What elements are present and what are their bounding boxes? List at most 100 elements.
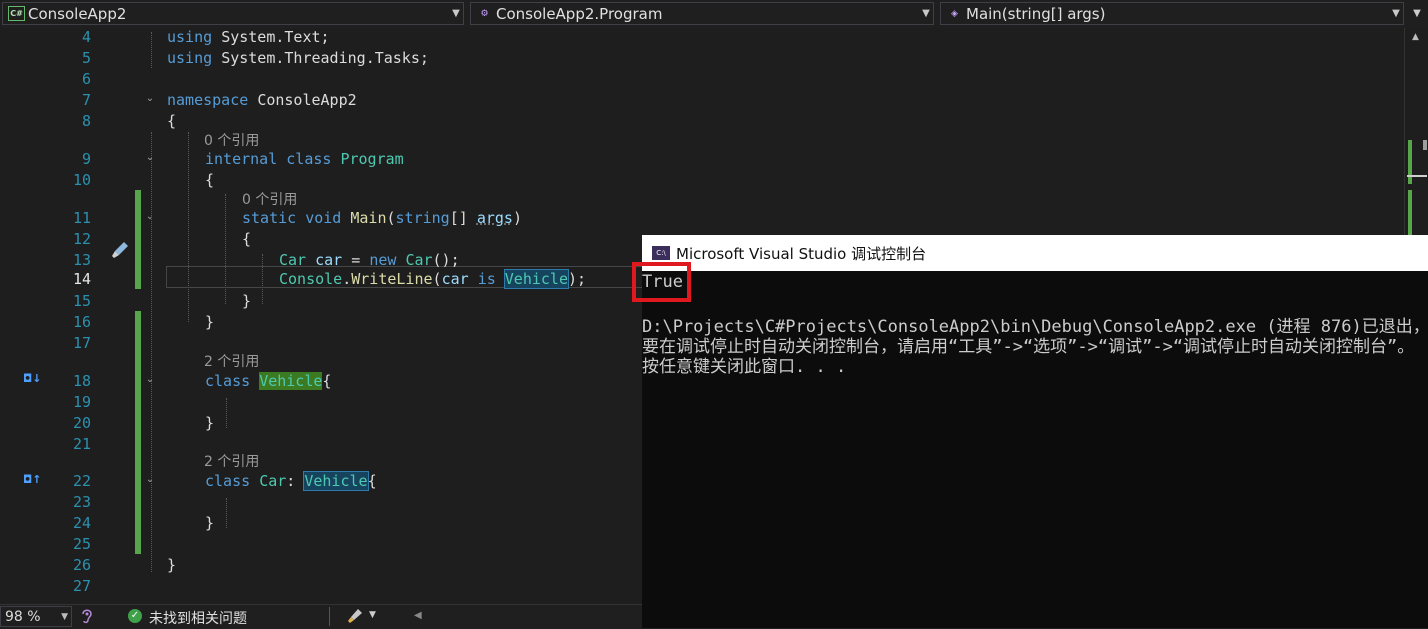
- fold-toggle-icon[interactable]: ⌄: [144, 93, 156, 104]
- debug-console-window[interactable]: C:\ Microsoft Visual Studio 调试控制台 True D…: [642, 235, 1428, 628]
- punct: {: [242, 230, 252, 248]
- keyword: new: [369, 251, 397, 269]
- class-name: Program: [340, 150, 404, 168]
- scrollbar-thumb[interactable]: [1423, 140, 1427, 150]
- change-marker: [135, 190, 141, 289]
- line-number: 27: [72, 577, 91, 595]
- quick-actions-icon[interactable]: [110, 240, 130, 260]
- punct: .: [365, 49, 375, 67]
- fold-toggle-icon[interactable]: ⌄: [144, 211, 156, 222]
- line-number: 12: [72, 230, 91, 248]
- punct: }: [205, 414, 215, 432]
- code-line-14[interactable]: Console.WriteLine(car is Vehicle);: [279, 269, 586, 289]
- fold-toggle-icon[interactable]: ⌄: [144, 474, 156, 485]
- member-dropdown[interactable]: ◈ Main(string[] args) ▼: [940, 2, 1404, 25]
- variable: car: [441, 270, 469, 288]
- highlighted-type-reference: Vehicle: [303, 471, 369, 491]
- keyword: class: [205, 372, 251, 390]
- csharp-project-icon: C#: [8, 6, 25, 21]
- highlighted-type-reference: Vehicle: [503, 269, 570, 289]
- method-name: Main: [350, 209, 387, 227]
- code-line-24[interactable]: }: [205, 514, 214, 532]
- reference-count-link[interactable]: 2 个引用: [204, 351, 259, 371]
- line-number: 21: [72, 435, 91, 453]
- split-window-button[interactable]: ▼: [1408, 4, 1426, 24]
- check-circle-icon: ✓: [128, 609, 142, 623]
- reference-count-link[interactable]: 0 个引用: [242, 189, 297, 209]
- punct: =: [351, 251, 361, 269]
- code-line-4[interactable]: using System.Text;: [167, 28, 330, 46]
- keyword: void: [305, 209, 342, 227]
- implements-marker-icon[interactable]: ◘↑: [23, 473, 41, 486]
- code-line-12[interactable]: {: [242, 230, 251, 248]
- code-line-16[interactable]: }: [205, 313, 214, 331]
- console-title-bar[interactable]: C:\ Microsoft Visual Studio 调试控制台: [642, 235, 1428, 271]
- line-number: 18: [72, 372, 91, 390]
- type-label: ConsoleApp2.Program: [496, 4, 663, 23]
- code-line-20[interactable]: }: [205, 414, 214, 432]
- line-number: 22: [72, 472, 91, 490]
- keyword: string: [395, 209, 450, 227]
- override-marker-icon[interactable]: ◘↓: [23, 372, 41, 385]
- variable: car: [315, 251, 343, 269]
- scroll-left-icon[interactable]: ◀: [414, 610, 422, 621]
- line-number: 19: [72, 393, 91, 411]
- accessibility-ear-icon[interactable]: [80, 607, 94, 625]
- punct: }: [205, 313, 215, 331]
- line-number: 16: [72, 313, 91, 331]
- reference-count-link[interactable]: 2 个引用: [204, 451, 259, 471]
- class-name: Car: [259, 472, 287, 490]
- code-line-18[interactable]: class Vehicle{: [205, 372, 331, 390]
- type-dropdown[interactable]: ⚙ ConsoleApp2.Program ▼: [470, 2, 934, 25]
- chevron-down-icon[interactable]: ▼: [369, 610, 376, 620]
- code-line-26[interactable]: }: [167, 556, 176, 574]
- keyword: namespace: [167, 91, 249, 109]
- punct: {: [322, 372, 332, 390]
- console-line: 按任意键关闭此窗口. . .: [642, 357, 847, 377]
- reference-count-link[interactable]: 0 个引用: [204, 130, 259, 150]
- fold-toggle-icon[interactable]: ⌄: [144, 374, 156, 385]
- punct: }: [205, 514, 215, 532]
- type-name: Car: [405, 251, 433, 269]
- namespace-name: System: [221, 28, 276, 46]
- line-number: 24: [72, 514, 91, 532]
- navigation-bar: C# ConsoleApp2 ▼ ⚙ ConsoleApp2.Program ▼…: [0, 0, 1428, 29]
- chevron-down-icon: ▼: [922, 8, 930, 19]
- indent-guide: [226, 498, 227, 528]
- keyword: static: [242, 209, 297, 227]
- line-number: 11: [72, 209, 91, 227]
- code-line-11[interactable]: static void Main(string[] args): [242, 209, 522, 227]
- code-line-10[interactable]: {: [205, 171, 214, 189]
- code-line-13[interactable]: Car car = new Car();: [279, 251, 460, 269]
- line-number: 23: [72, 493, 91, 511]
- scroll-up-icon[interactable]: ▲: [1412, 32, 1419, 42]
- line-number: 10: [72, 171, 91, 189]
- project-dropdown[interactable]: C# ConsoleApp2 ▼: [2, 2, 464, 25]
- chevron-down-icon: ▼: [452, 8, 460, 19]
- zoom-level: 98 %: [5, 608, 41, 625]
- method-name: WriteLine: [351, 270, 433, 288]
- current-line-number: 14: [72, 270, 91, 288]
- code-line-7[interactable]: namespace ConsoleApp2: [167, 91, 357, 109]
- code-line-9[interactable]: internal class Program: [205, 150, 404, 168]
- line-number: 6: [81, 70, 91, 88]
- code-line-8[interactable]: {: [167, 112, 176, 130]
- divider: [329, 607, 330, 626]
- chevron-down-icon: ▼: [1392, 8, 1400, 19]
- code-line-5[interactable]: using System.Threading.Tasks;: [167, 49, 429, 67]
- punct: ): [512, 209, 522, 227]
- code-cleanup-brush-icon[interactable]: [346, 607, 366, 625]
- indent-guide: [151, 132, 152, 572]
- line-number: 8: [81, 112, 91, 130]
- punct: :: [286, 472, 296, 490]
- code-line-22[interactable]: class Car: Vehicle{: [205, 471, 377, 491]
- zoom-dropdown[interactable]: 98 % ▼: [0, 606, 72, 627]
- code-line-15[interactable]: }: [242, 292, 251, 310]
- issues-status[interactable]: 未找到相关问题: [149, 608, 247, 628]
- line-number: 26: [72, 556, 91, 574]
- project-label: ConsoleApp2: [28, 4, 127, 23]
- fold-toggle-icon[interactable]: ⌄: [144, 152, 156, 163]
- keyword: is: [477, 270, 496, 288]
- console-output[interactable]: True D:\Projects\C#Projects\ConsoleApp2\…: [642, 271, 1428, 628]
- punct: ;: [320, 28, 330, 46]
